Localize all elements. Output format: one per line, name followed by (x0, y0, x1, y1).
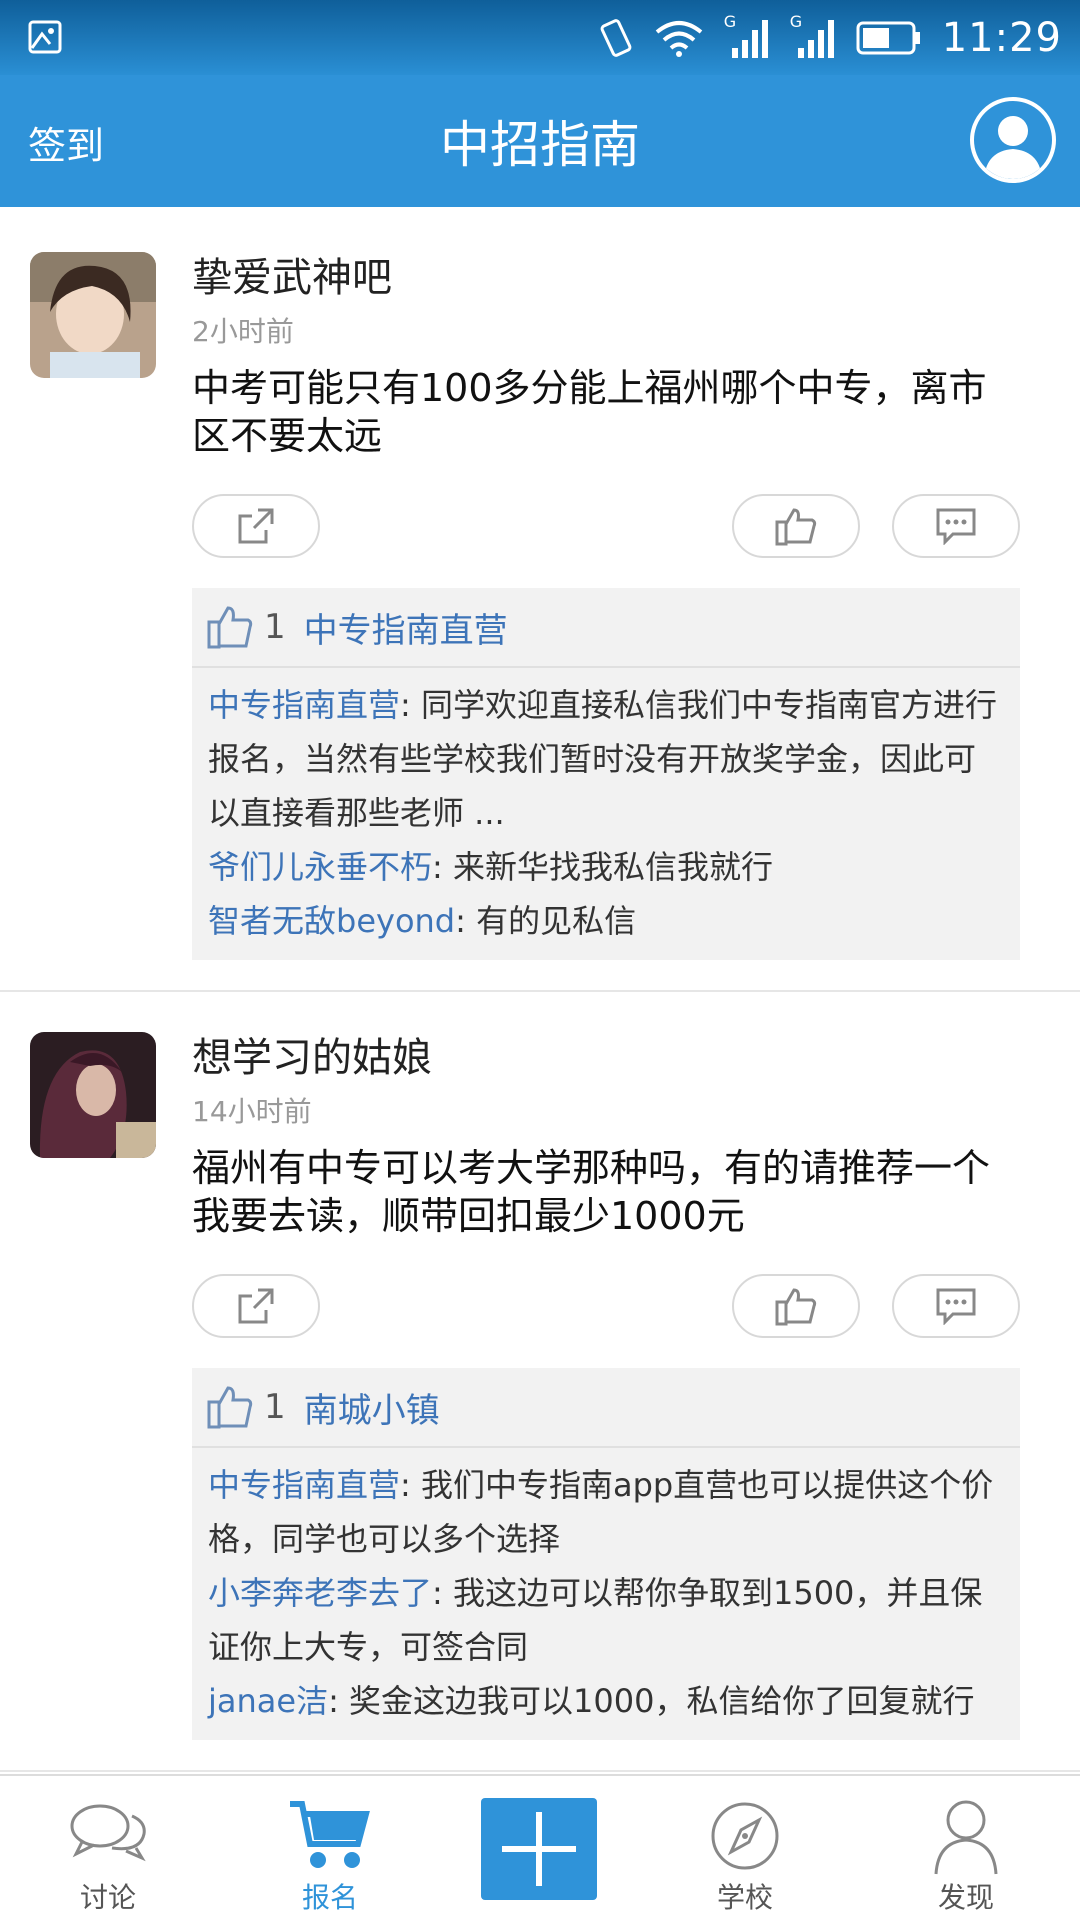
post-username[interactable]: 想学习的姑娘 (192, 1034, 1020, 1082)
app-header: 签到 中招指南 (0, 75, 1080, 207)
likes-row: 1 中专指南直营 (192, 588, 1020, 668)
network-badge: G (789, 12, 803, 31)
nav-signup[interactable]: 报名 (240, 1776, 420, 1922)
wifi-icon (655, 21, 702, 57)
comment-author[interactable]: 智者无敌beyond (208, 902, 455, 940)
post-time: 2小时前 (192, 315, 294, 348)
nav-label: 学校 (716, 1881, 773, 1914)
thumbs-up-icon (207, 606, 253, 649)
comment-text: : 来新华找我私信我就行 (432, 848, 773, 886)
comment-item[interactable]: 智者无敌beyond: 有的见私信 (208, 894, 1004, 948)
comment-box: 1 中专指南直营 中专指南直营: 同学欢迎直接私信我们中专指南官方进行报名，当然… (192, 588, 1020, 960)
post-actions (192, 494, 1020, 558)
user-avatar[interactable] (30, 252, 156, 378)
comment-item[interactable]: janae洁: 奖金这边我可以1000，私信给你了回复就行 (208, 1674, 1004, 1728)
comment-icon (936, 1288, 976, 1325)
user-avatar-icon (984, 116, 1042, 179)
comment-text: : 有的见私信 (455, 902, 637, 940)
liker-name[interactable]: 南城小镇 (304, 1383, 440, 1432)
liker-name[interactable]: 中专指南直营 (304, 603, 508, 652)
post-card: 挚爱武神吧 2小时前 中考可能只有100多分能上福州哪个中专，离市区不要太远 1… (0, 212, 1080, 992)
comment-item[interactable]: 中专指南直营: 我们中专指南app直营也可以提供这个价格，同学也可以多个选择 (208, 1458, 1004, 1566)
comment-item[interactable]: 爷们儿永垂不朽: 来新华找我私信我就行 (208, 840, 1004, 894)
share-button[interactable] (192, 1274, 320, 1338)
signal-1-icon: G (724, 12, 770, 60)
post-card: 想学习的姑娘 14小时前 福州有中专可以考大学那种吗，有的请推荐一个我要去读，顺… (0, 992, 1080, 1772)
nav-label: 发现 (937, 1881, 994, 1914)
comment-author[interactable]: 爷们儿永垂不朽 (208, 848, 432, 886)
post-text[interactable]: 福州有中专可以考大学那种吗，有的请推荐一个我要去读，顺带回扣最少1000元 (192, 1144, 1020, 1240)
avatar-photo-2 (30, 1032, 156, 1158)
comment-text: : 奖金这边我可以1000，私信给你了回复就行 (328, 1682, 975, 1720)
person-icon (934, 1800, 998, 1875)
nav-label: 讨论 (79, 1881, 136, 1914)
battery-icon (856, 21, 920, 55)
like-button[interactable] (732, 1274, 860, 1338)
thumbs-up-icon (775, 508, 817, 546)
like-count: 1 (264, 1387, 286, 1427)
comment-author[interactable]: 中专指南直营 (208, 686, 400, 724)
chat-bubbles-icon (70, 1804, 146, 1862)
comment-author[interactable]: 小李奔老李去了 (208, 1574, 432, 1612)
thumbs-up-icon (207, 1386, 253, 1429)
vibrate-icon (600, 19, 632, 57)
share-icon (238, 508, 274, 544)
like-count: 1 (264, 607, 286, 647)
user-avatar[interactable] (30, 1032, 156, 1158)
post-username[interactable]: 挚爱武神吧 (192, 254, 1020, 302)
comment-icon (936, 508, 976, 545)
comment-author[interactable]: 中专指南直营 (208, 1466, 400, 1504)
page-title: 中招指南 (440, 116, 640, 174)
network-badge: G (723, 12, 737, 31)
add-post-button[interactable] (481, 1798, 597, 1900)
shopping-cart-icon (290, 1801, 370, 1868)
comment-author[interactable]: janae洁 (208, 1682, 328, 1720)
post-text[interactable]: 中考可能只有100多分能上福州哪个中专，离市区不要太远 (192, 364, 1020, 460)
post-time: 14小时前 (192, 1095, 312, 1128)
nav-label: 报名 (301, 1881, 358, 1914)
status-time: 11:29 (941, 15, 1062, 61)
share-icon (238, 1288, 274, 1324)
avatar-photo-1 (30, 252, 156, 378)
comment-box: 1 南城小镇 中专指南直营: 我们中专指南app直营也可以提供这个价格，同学也可… (192, 1368, 1020, 1740)
image-notification-icon (28, 20, 62, 54)
comment-list: 中专指南直营: 同学欢迎直接私信我们中专指南官方进行报名，当然有些学校我们暂时没… (192, 668, 1020, 956)
thumbs-up-icon (775, 1288, 817, 1326)
plus-icon (502, 1812, 576, 1886)
compass-icon (711, 1802, 779, 1870)
nav-discover[interactable]: 发现 (876, 1776, 1056, 1922)
comment-button[interactable] (892, 1274, 1020, 1338)
comment-item[interactable]: 小李奔老李去了: 我这边可以帮你争取到1500，并且保证你上大专，可签合同 (208, 1566, 1004, 1674)
post-actions (192, 1274, 1020, 1338)
likes-row: 1 南城小镇 (192, 1368, 1020, 1448)
nav-discuss[interactable]: 讨论 (18, 1776, 198, 1922)
bottom-nav: 讨论 报名 学校 发现 (0, 1774, 1080, 1920)
post-feed[interactable]: 挚爱武神吧 2小时前 中考可能只有100多分能上福州哪个中专，离市区不要太远 1… (0, 212, 1080, 1772)
comment-list: 中专指南直营: 我们中专指南app直营也可以提供这个价格，同学也可以多个选择 小… (192, 1448, 1020, 1736)
like-button[interactable] (732, 494, 860, 558)
comment-button[interactable] (892, 494, 1020, 558)
profile-button[interactable] (970, 97, 1056, 183)
signal-2-icon: G (790, 12, 836, 60)
share-button[interactable] (192, 494, 320, 558)
status-bar: G G 11:29 (0, 0, 1080, 75)
comment-item[interactable]: 中专指南直营: 同学欢迎直接私信我们中专指南官方进行报名，当然有些学校我们暂时没… (208, 678, 1004, 840)
nav-school[interactable]: 学校 (655, 1776, 835, 1922)
